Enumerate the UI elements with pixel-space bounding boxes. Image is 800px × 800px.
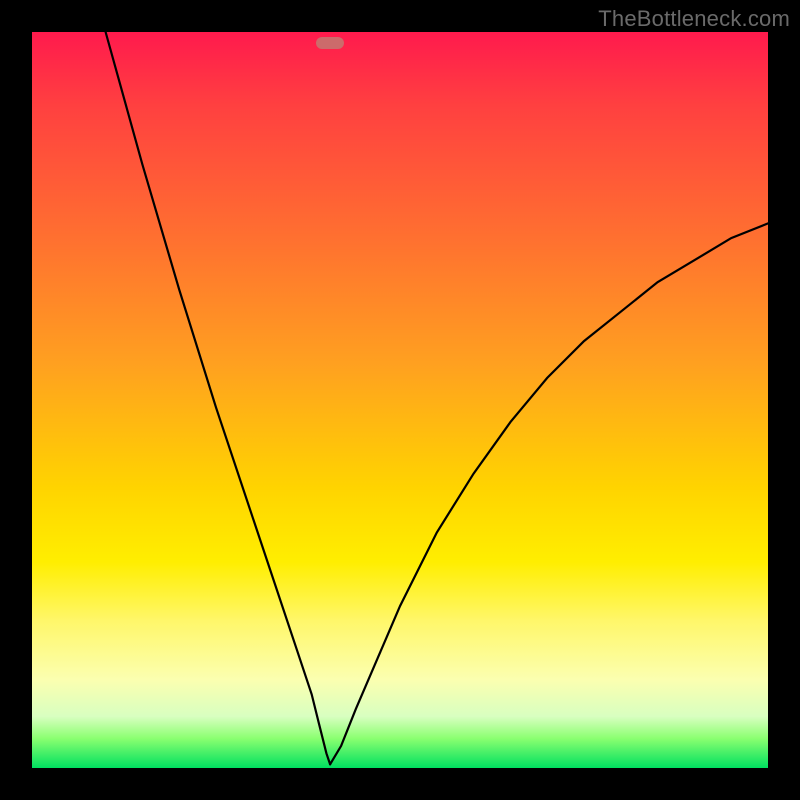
bottleneck-curve — [32, 32, 768, 768]
curve-right-branch — [330, 223, 768, 764]
curve-left-branch — [106, 32, 331, 764]
optimum-marker — [316, 37, 344, 49]
watermark-text: TheBottleneck.com — [598, 6, 790, 32]
plot-area — [32, 32, 768, 768]
chart-frame: TheBottleneck.com — [0, 0, 800, 800]
